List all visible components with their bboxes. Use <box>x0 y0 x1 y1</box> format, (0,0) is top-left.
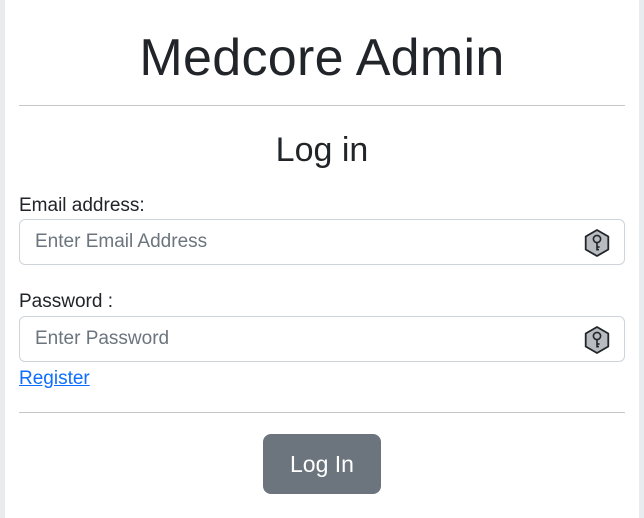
email-input-group <box>19 219 625 265</box>
login-card: Medcore Admin Log in Email address: Pass… <box>5 0 639 518</box>
form-title: Log in <box>275 131 369 169</box>
key-hexagon-icon <box>584 326 610 354</box>
email-label: Email address: <box>19 195 145 216</box>
header-divider <box>19 105 625 106</box>
password-input[interactable] <box>20 317 580 361</box>
app-title: Medcore Admin <box>139 29 505 87</box>
password-input-group <box>19 316 625 362</box>
email-input[interactable] <box>20 220 580 264</box>
register-link[interactable]: Register <box>19 367 90 391</box>
key-hexagon-icon <box>584 229 610 257</box>
footer-divider <box>19 412 625 413</box>
password-label: Password : <box>19 291 113 312</box>
login-button[interactable]: Log In <box>263 434 381 494</box>
